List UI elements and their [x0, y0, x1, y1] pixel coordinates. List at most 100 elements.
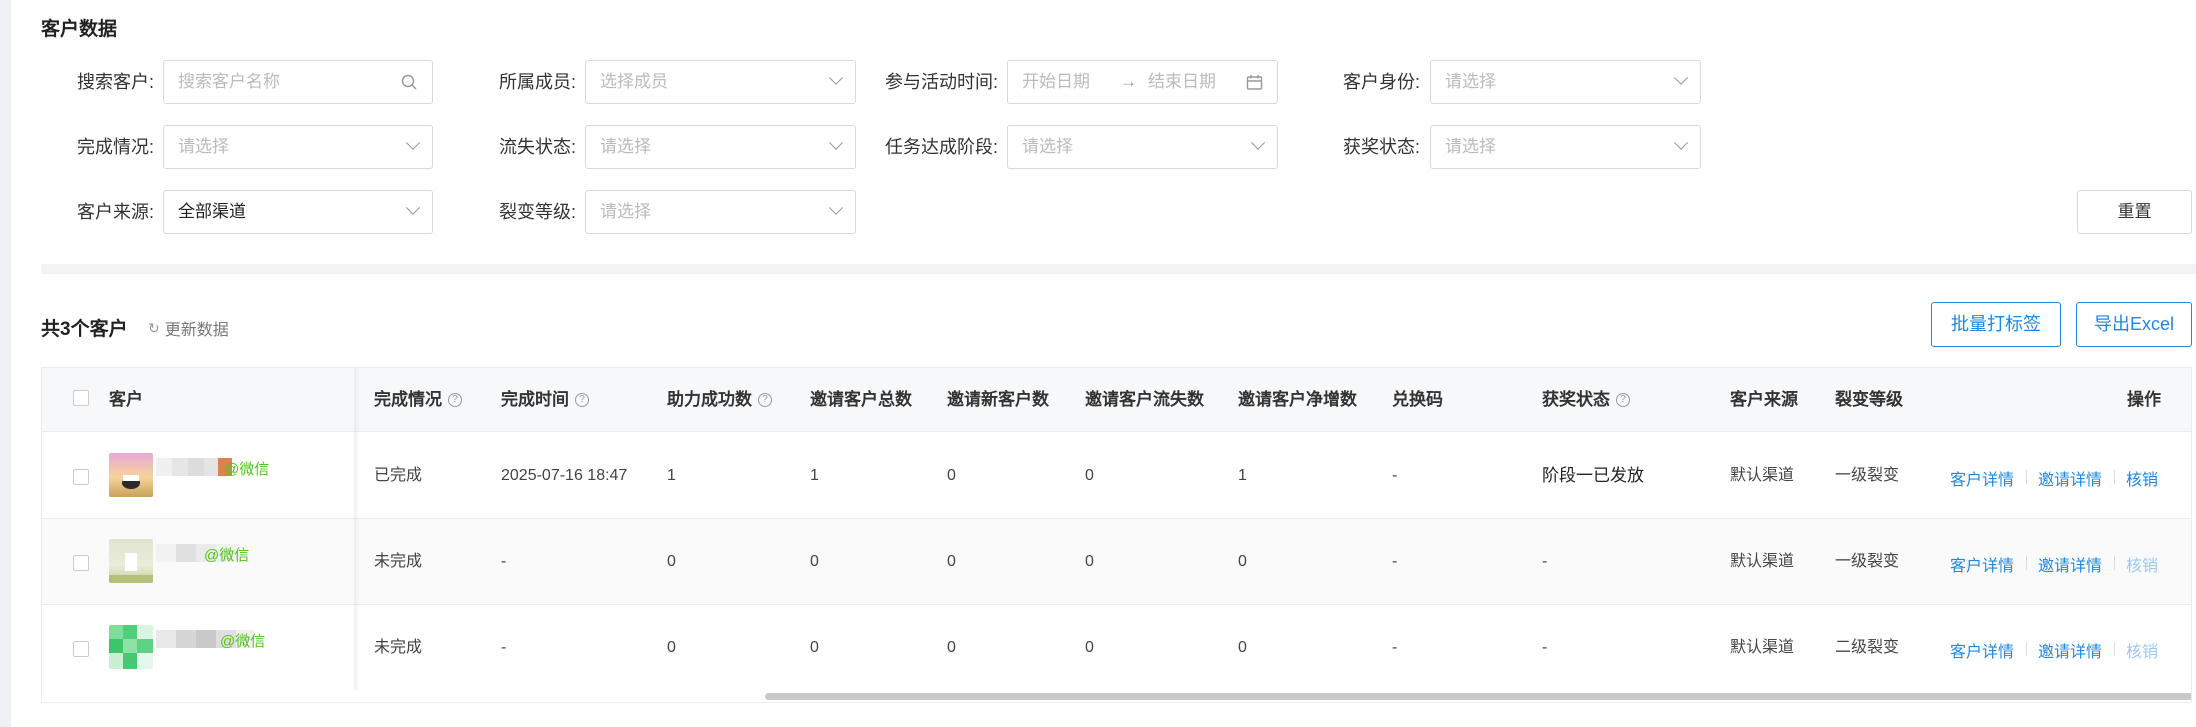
cell-completion: 未完成: [374, 553, 423, 570]
completion-placeholder: 请选择: [178, 137, 229, 156]
cell-completion-time: 2025-07-16 18:47: [501, 467, 628, 484]
invite-detail-link[interactable]: 邀请详情: [2038, 638, 2102, 662]
avatar: [109, 625, 153, 669]
op-separator: [2114, 642, 2115, 656]
col-award-status: 获奖状态?: [1542, 368, 1630, 432]
customer-detail-link[interactable]: 客户详情: [1950, 638, 2014, 662]
invite-detail-link[interactable]: 邀请详情: [2038, 466, 2102, 490]
batch-tag-button[interactable]: 批量打标签: [1931, 302, 2061, 347]
invite-detail-link[interactable]: 邀请详情: [2038, 552, 2102, 576]
customer-detail-link[interactable]: 客户详情: [1950, 552, 2014, 576]
cell-invite-churn: 0: [1085, 553, 1094, 570]
verify-link[interactable]: 核销: [2126, 552, 2158, 576]
refresh-data-button[interactable]: ↻ 更新数据: [148, 316, 229, 340]
refresh-label: 更新数据: [164, 322, 229, 339]
award-status-select[interactable]: 请选择: [1430, 125, 1701, 169]
cell-invite-new: 0: [947, 467, 956, 484]
search-input[interactable]: 搜索客户名称: [163, 60, 433, 104]
col-invite-total: 邀请客户总数: [810, 390, 912, 409]
cell-redeem-code: -: [1392, 467, 1398, 484]
customer-count: 共3个客户: [41, 319, 128, 340]
cell-completion-time: -: [501, 639, 507, 656]
fission-level-select[interactable]: 请选择: [585, 190, 856, 234]
reset-button[interactable]: 重置: [2077, 190, 2192, 234]
cell-invite-net: 1: [1238, 467, 1247, 484]
question-circle-icon[interactable]: ?: [1616, 393, 1630, 407]
col-redeem-code: 兑换码: [1392, 390, 1443, 409]
table-row: @微信 已完成 2025-07-16 18:47 1 1 0 0 1 - 阶段一…: [42, 433, 2191, 519]
cell-invite-churn: 0: [1085, 639, 1094, 656]
cell-invite-total: 0: [810, 553, 819, 570]
cell-invite-new: 0: [947, 553, 956, 570]
end-date-placeholder: 结束日期: [1148, 72, 1216, 91]
cell-fission-level: 一级裂变: [1835, 467, 1900, 484]
blurred-customer-name: [156, 458, 232, 476]
verify-link[interactable]: 核销: [2126, 466, 2158, 490]
cell-completion: 已完成: [374, 467, 423, 484]
activity-time-label: 参与活动时间:: [884, 72, 998, 92]
cell-source: 默认渠道: [1730, 467, 1795, 484]
cell-redeem-code: -: [1392, 639, 1398, 656]
identity-placeholder: 请选择: [1445, 72, 1496, 91]
wechat-tag: @微信: [224, 461, 270, 478]
completion-select[interactable]: 请选择: [163, 125, 433, 169]
row-checkbox[interactable]: [73, 641, 89, 657]
table-row: @微信 未完成 - 0 0 0 0 0 - - 默认渠道 二级裂变 客户详情 邀…: [42, 605, 2191, 691]
verify-link[interactable]: 核销: [2126, 638, 2158, 662]
refresh-icon: ↻: [148, 319, 160, 336]
horizontal-scrollbar[interactable]: [42, 690, 2191, 702]
question-circle-icon[interactable]: ?: [448, 393, 462, 407]
member-placeholder: 选择成员: [600, 72, 668, 91]
cell-assist-success: 0: [667, 639, 676, 656]
task-stage-select[interactable]: 请选择: [1007, 125, 1278, 169]
task-stage-label: 任务达成阶段:: [884, 137, 998, 157]
chevron-down-icon: [1250, 126, 1266, 168]
search-placeholder: 搜索客户名称: [178, 72, 280, 91]
col-invite-net: 邀请客户净增数: [1238, 390, 1357, 409]
cell-source: 默认渠道: [1730, 553, 1795, 570]
col-customer: 客户: [109, 390, 143, 409]
section-divider: [41, 264, 2196, 274]
chevron-down-icon: [405, 191, 421, 233]
churn-select[interactable]: 请选择: [585, 125, 856, 169]
select-all-checkbox[interactable]: [73, 390, 89, 406]
cell-invite-total: 0: [810, 639, 819, 656]
cell-completion-time: -: [501, 553, 507, 570]
op-separator: [2026, 470, 2027, 484]
customer-detail-link[interactable]: 客户详情: [1950, 466, 2014, 490]
activity-date-range[interactable]: 开始日期 → 结束日期: [1007, 60, 1278, 104]
start-date-placeholder: 开始日期: [1022, 72, 1090, 91]
cell-fission-level: 一级裂变: [1835, 553, 1900, 570]
member-label: 所属成员:: [498, 72, 576, 92]
cell-invite-new: 0: [947, 639, 956, 656]
row-checkbox[interactable]: [73, 555, 89, 571]
source-select[interactable]: 全部渠道: [163, 190, 433, 234]
question-circle-icon[interactable]: ?: [758, 393, 772, 407]
chevron-down-icon: [828, 61, 844, 103]
chevron-down-icon: [828, 126, 844, 168]
col-invite-churn: 邀请客户流失数: [1085, 390, 1204, 409]
col-assist-success: 助力成功数?: [667, 368, 772, 432]
identity-label: 客户身份:: [1342, 72, 1420, 92]
wechat-tag: @微信: [220, 633, 266, 650]
col-completion-time: 完成时间?: [501, 368, 589, 432]
churn-placeholder: 请选择: [600, 137, 651, 156]
award-status-placeholder: 请选择: [1445, 137, 1496, 156]
chevron-down-icon: [1673, 126, 1689, 168]
scrollbar-thumb[interactable]: [765, 693, 2191, 700]
source-label: 客户来源:: [76, 202, 154, 222]
cell-invite-total: 1: [810, 467, 819, 484]
table-header: 客户 完成情况? 完成时间? 助力成功数? 邀请客户总数 邀请新客户数 邀请客户…: [42, 368, 2191, 432]
identity-select[interactable]: 请选择: [1430, 60, 1701, 104]
member-select[interactable]: 选择成员: [585, 60, 856, 104]
cell-invite-net: 0: [1238, 553, 1247, 570]
table-row: @微信 未完成 - 0 0 0 0 0 - - 默认渠道 一级裂变 客户详情 邀…: [42, 519, 2191, 605]
row-checkbox[interactable]: [73, 469, 89, 485]
chevron-down-icon: [828, 191, 844, 233]
fixed-column-shadow: [354, 368, 360, 702]
award-status-label: 获奖状态:: [1342, 137, 1420, 157]
search-icon: [401, 61, 418, 103]
export-excel-button[interactable]: 导出Excel: [2076, 302, 2192, 347]
page-title: 客户数据: [41, 19, 118, 40]
question-circle-icon[interactable]: ?: [575, 393, 589, 407]
